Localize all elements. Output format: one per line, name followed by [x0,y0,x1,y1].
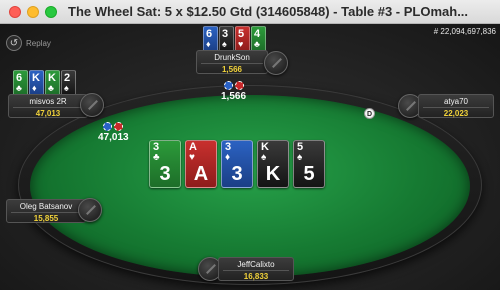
player-stack: 15,855 [33,214,59,223]
hand-id: # 22,094,697,836 [433,27,496,36]
player-stack: 22,023 [443,109,469,118]
card-suit: ♥ [238,39,244,49]
top-player-hole-cards: 6 ♦ 3 ♠ 5 ♥ 4 ♣ [203,26,266,52]
player-name: Oleg Batsanov [19,202,73,211]
hole-card: 3 ♠ [219,26,234,52]
card-suit: ♦ [225,152,231,163]
card-suit: ♦ [32,83,37,93]
card-center-rank: 5 [303,163,315,185]
player-avatar[interactable] [264,51,288,75]
player-plate: Oleg Batsanov 15,855 [6,199,86,223]
card-suit: ♣ [48,83,54,93]
chip-icon [114,122,124,131]
card-center-rank: 3 [159,163,171,185]
card-suit: ♣ [254,39,260,49]
chip-icon [234,81,244,90]
hole-card: 6 ♦ [203,26,218,52]
card-suit: ♣ [16,83,22,93]
board-card: 5 ♠ 5 [293,140,325,188]
chip-icon [223,81,233,90]
player-name: misvos 2R [29,97,67,106]
hole-card: 5 ♥ [235,26,250,52]
player-plate: atya70 22,023 [418,94,494,118]
replay-label: Replay [26,38,51,48]
card-suit: ♠ [261,152,267,163]
card-suit: ♦ [206,39,211,49]
window-title: The Wheel Sat: 5 x $12.50 Gtd (314605848… [68,4,469,19]
player-avatar[interactable] [78,198,102,222]
board-card: K ♠ K [257,140,289,188]
hole-card: K ♣ [45,70,60,96]
plate-divider [223,270,289,271]
board-card: 3 ♣ 3 [149,140,181,188]
card-suit: ♠ [297,152,303,163]
card-center-rank: K [265,163,281,185]
player-name: atya70 [443,97,469,106]
pot: 47,013 [98,122,129,143]
board-card: A ♥ A [185,140,217,188]
player-plate: DrunkSon 1,566 [196,50,268,74]
community-cards: 3 ♣ 3 A ♥ A 3 ♦ 3 K ♠ K 5 ♠ 5 [149,140,325,188]
replay-icon: ↺ [6,35,22,51]
card-suit: ♠ [222,39,227,49]
player-avatar[interactable] [80,93,104,117]
top-player-bet: 1,566 [221,81,246,102]
player-name: DrunkSon [214,53,250,62]
plate-divider [423,107,489,108]
window-titlebar: The Wheel Sat: 5 x $12.50 Gtd (314605848… [0,0,500,24]
minimize-window-button[interactable] [27,6,39,18]
player-plate: misvos 2R 47,013 [8,94,88,118]
bet-amount: 1,566 [221,91,247,102]
pot-amount: 47,013 [98,132,129,143]
hole-card: 6 ♣ [13,70,28,96]
plate-divider [201,63,263,64]
hole-card: 2 ♠ [61,70,76,96]
poker-table-area: ↺ Replay # 22,094,697,836 6 ♦ 3 ♠ 5 ♥ 4 ♣ Dr… [0,24,500,290]
card-suit: ♥ [189,152,195,163]
player-stack: 1,566 [221,65,243,74]
card-center-rank: 3 [231,163,243,185]
replay-button[interactable]: ↺ Replay [6,35,51,51]
card-center-rank: A [193,163,209,185]
left-top-player-hole-cards: 6 ♣ K ♦ K ♣ 2 ♠ [13,70,76,96]
bet-chips [223,81,244,90]
player-stack: 16,833 [243,272,269,281]
hole-card: 4 ♣ [251,26,266,52]
hole-card: K ♦ [29,70,44,96]
board-card: 3 ♦ 3 [221,140,253,188]
card-suit: ♣ [153,152,160,163]
player-stack: 47,013 [35,109,61,118]
zoom-window-button[interactable] [45,6,57,18]
player-name: JeffCalixto [237,260,275,269]
plate-divider [13,107,83,108]
plate-divider [11,212,81,213]
card-suit: ♠ [64,83,69,93]
close-window-button[interactable] [9,6,21,18]
dealer-button: D [364,108,375,119]
chip-icon [103,122,113,131]
player-plate: JeffCalixto 16,833 [218,257,294,281]
pot-chips [103,122,124,131]
